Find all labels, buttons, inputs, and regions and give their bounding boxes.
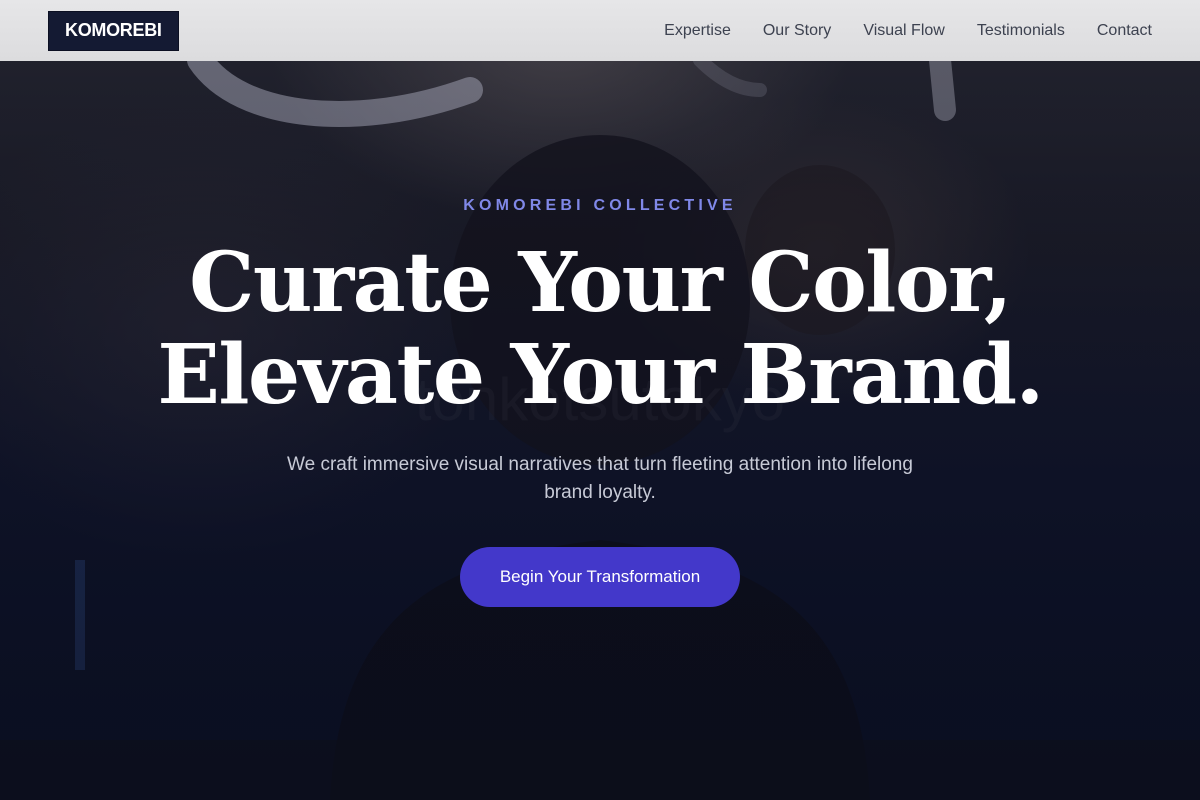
brand-logo[interactable]: KOMOREBI — [48, 10, 179, 51]
hero-headline: Curate Your Color, Elevate Your Brand. — [157, 235, 1044, 423]
nav-link-visual-flow[interactable]: Visual Flow — [863, 22, 945, 40]
begin-transformation-button[interactable]: Begin Your Transformation — [459, 547, 741, 607]
hero-subtitle: We craft immersive visual narratives tha… — [287, 454, 913, 503]
hero-eyebrow: KOMOREBI COLLECTIVE — [463, 197, 737, 214]
hero-section: KOMOREBI COLLECTIVE Curate Your Color, E… — [0, 61, 1200, 800]
nav-link-contact[interactable]: Contact — [1097, 22, 1152, 40]
site-header: KOMOREBI Expertise Our Story Visual Flow… — [0, 0, 1200, 61]
nav-link-expertise[interactable]: Expertise — [664, 22, 731, 40]
nav-link-our-story[interactable]: Our Story — [763, 22, 831, 40]
main-nav: Expertise Our Story Visual Flow Testimon… — [664, 22, 1152, 40]
hero-headline-line-1: Curate Your Color, — [189, 235, 1012, 331]
hero-headline-line-2: Elevate Your Brand. — [157, 327, 1044, 423]
nav-link-testimonials[interactable]: Testimonials — [977, 22, 1065, 40]
